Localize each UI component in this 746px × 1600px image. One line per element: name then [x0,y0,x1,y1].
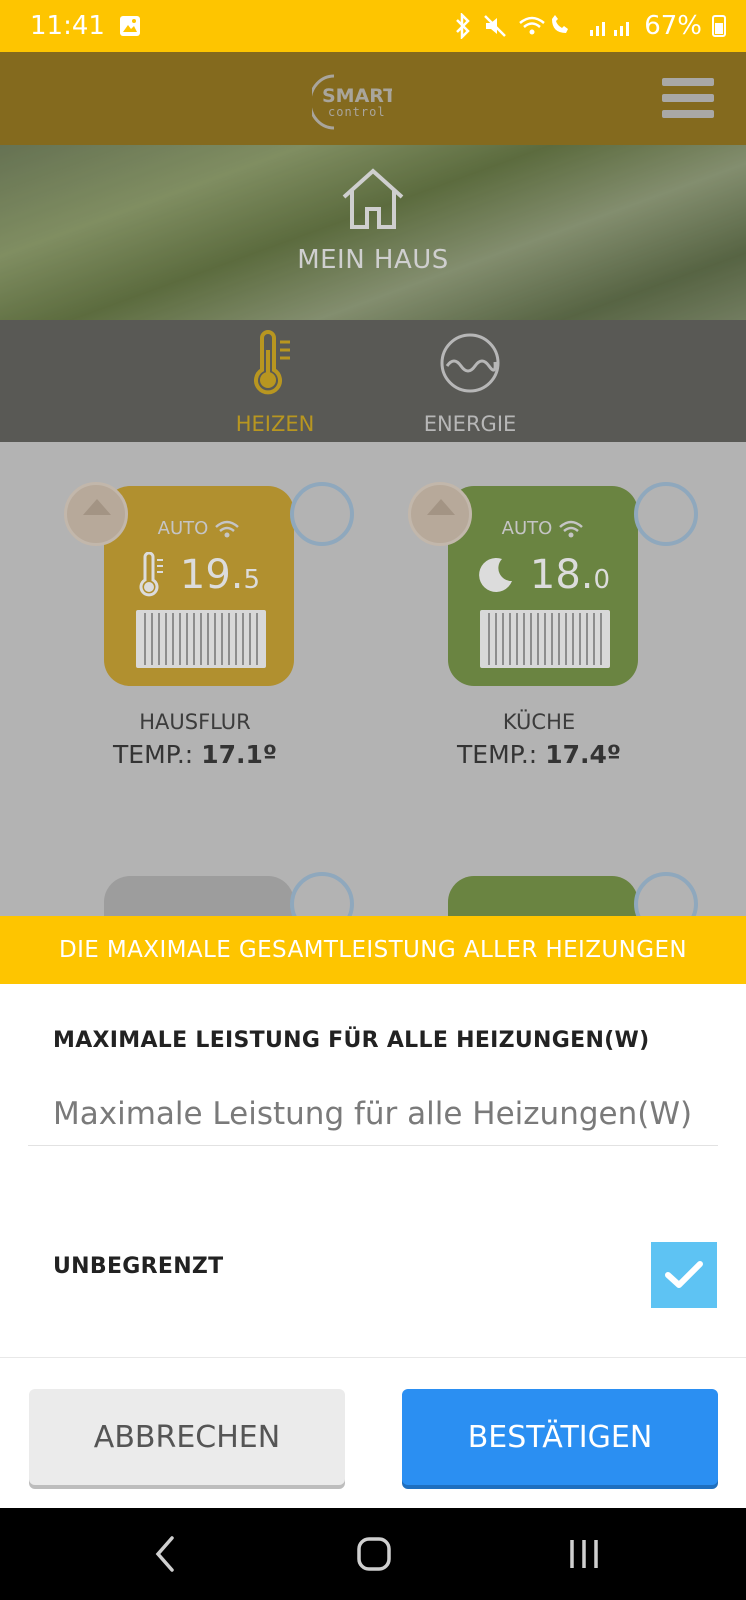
home-icon[interactable] [356,1536,392,1572]
unlimited-checkbox[interactable] [651,1242,717,1308]
house-icon [342,168,404,229]
thermostat-card[interactable] [104,876,294,916]
confirm-button[interactable]: BESTÄTIGEN [402,1389,718,1485]
battery-percent: 67% [644,11,702,41]
boost-up-button[interactable] [408,482,472,546]
svg-text:SMART: SMART [322,85,392,107]
energy-wave-icon [440,333,500,393]
tab-energie-label: ENERGIE [423,412,517,436]
setpoint-decimal: 5 [243,565,261,595]
select-circle-button[interactable] [290,482,354,546]
unlimited-label: UNBEGRENZT [53,1254,224,1279]
tab-bar: HEIZEN ENERGIE [0,320,746,442]
device-card-partial[interactable] [60,872,360,916]
device-card-kueche[interactable]: AUTO 18.0 KÜCHE TEMP.: 17.4º [404,482,704,812]
select-circle-button[interactable] [634,482,698,546]
thermometer-icon [254,330,290,395]
max-power-input[interactable] [28,1082,718,1146]
back-icon[interactable] [150,1534,180,1574]
dialog-title: DIE MAXIMALE GESAMTLEISTUNG ALLER HEIZUN… [0,916,746,984]
setpoint-decimal: 0 [593,565,611,595]
select-circle-button[interactable] [290,872,354,916]
room-name: HAUSFLUR [139,710,251,734]
smart-control-logo: SMART control [312,74,392,130]
room-name: KÜCHE [502,710,576,734]
mode-label: AUTO [157,518,209,539]
max-power-label: MAXIMALE LEISTUNG FÜR ALLE HEIZUNGEN(W) [53,1028,650,1053]
device-card-hausflur[interactable]: AUTO 19.5 HAUSFLUR TEMP.: 17.1º [60,482,360,812]
hero-title: MEIN HAUS [297,245,449,275]
device-card-partial[interactable] [404,872,704,916]
thermostat-card[interactable]: AUTO 19.5 [104,486,294,686]
thermometer-icon [139,552,163,597]
bluetooth-icon [456,13,470,39]
moon-icon [479,557,512,592]
svg-text:control: control [328,105,386,119]
signal-icon [590,22,630,36]
setpoint-value: 19. [179,552,244,598]
max-power-dialog: DIE MAXIMALE GESAMTLEISTUNG ALLER HEIZUN… [0,916,746,1508]
battery-icon [712,15,726,37]
tab-heizen-label: HEIZEN [235,412,315,436]
hero-banner: MEIN HAUS [0,145,746,320]
wifi-icon [559,520,584,538]
device-grid: AUTO 19.5 HAUSFLUR TEMP.: 17.1º AUTO 18.… [0,442,746,916]
gallery-notification-icon [119,16,140,36]
room-temperature: TEMP.: 17.1º [113,740,277,769]
tab-energie[interactable]: ENERGIE [400,330,540,436]
tab-heizen[interactable]: HEIZEN [205,330,345,436]
radiator-icon [136,610,266,668]
mode-label: AUTO [501,518,553,539]
recent-apps-icon[interactable] [566,1536,602,1572]
status-time: 11:41 [30,11,105,41]
divider [0,1357,746,1358]
status-bar: 11:41 67% [0,0,746,52]
radiator-icon [480,610,610,668]
checkmark-icon [665,1261,703,1288]
select-circle-button[interactable] [634,872,698,916]
room-temperature: TEMP.: 17.4º [457,740,621,769]
thermostat-card[interactable]: AUTO 18.0 [448,486,638,686]
setpoint-value: 18. [529,552,594,598]
cancel-button[interactable]: ABBRECHEN [29,1389,345,1485]
system-nav-bar [0,1508,746,1600]
hamburger-menu-icon[interactable] [662,78,714,120]
app-header: SMART control [0,52,746,145]
wifi-call-icon [519,15,569,35]
mute-icon [484,15,507,37]
boost-up-button[interactable] [64,482,128,546]
wifi-icon [215,520,240,538]
thermostat-card[interactable] [448,876,638,916]
